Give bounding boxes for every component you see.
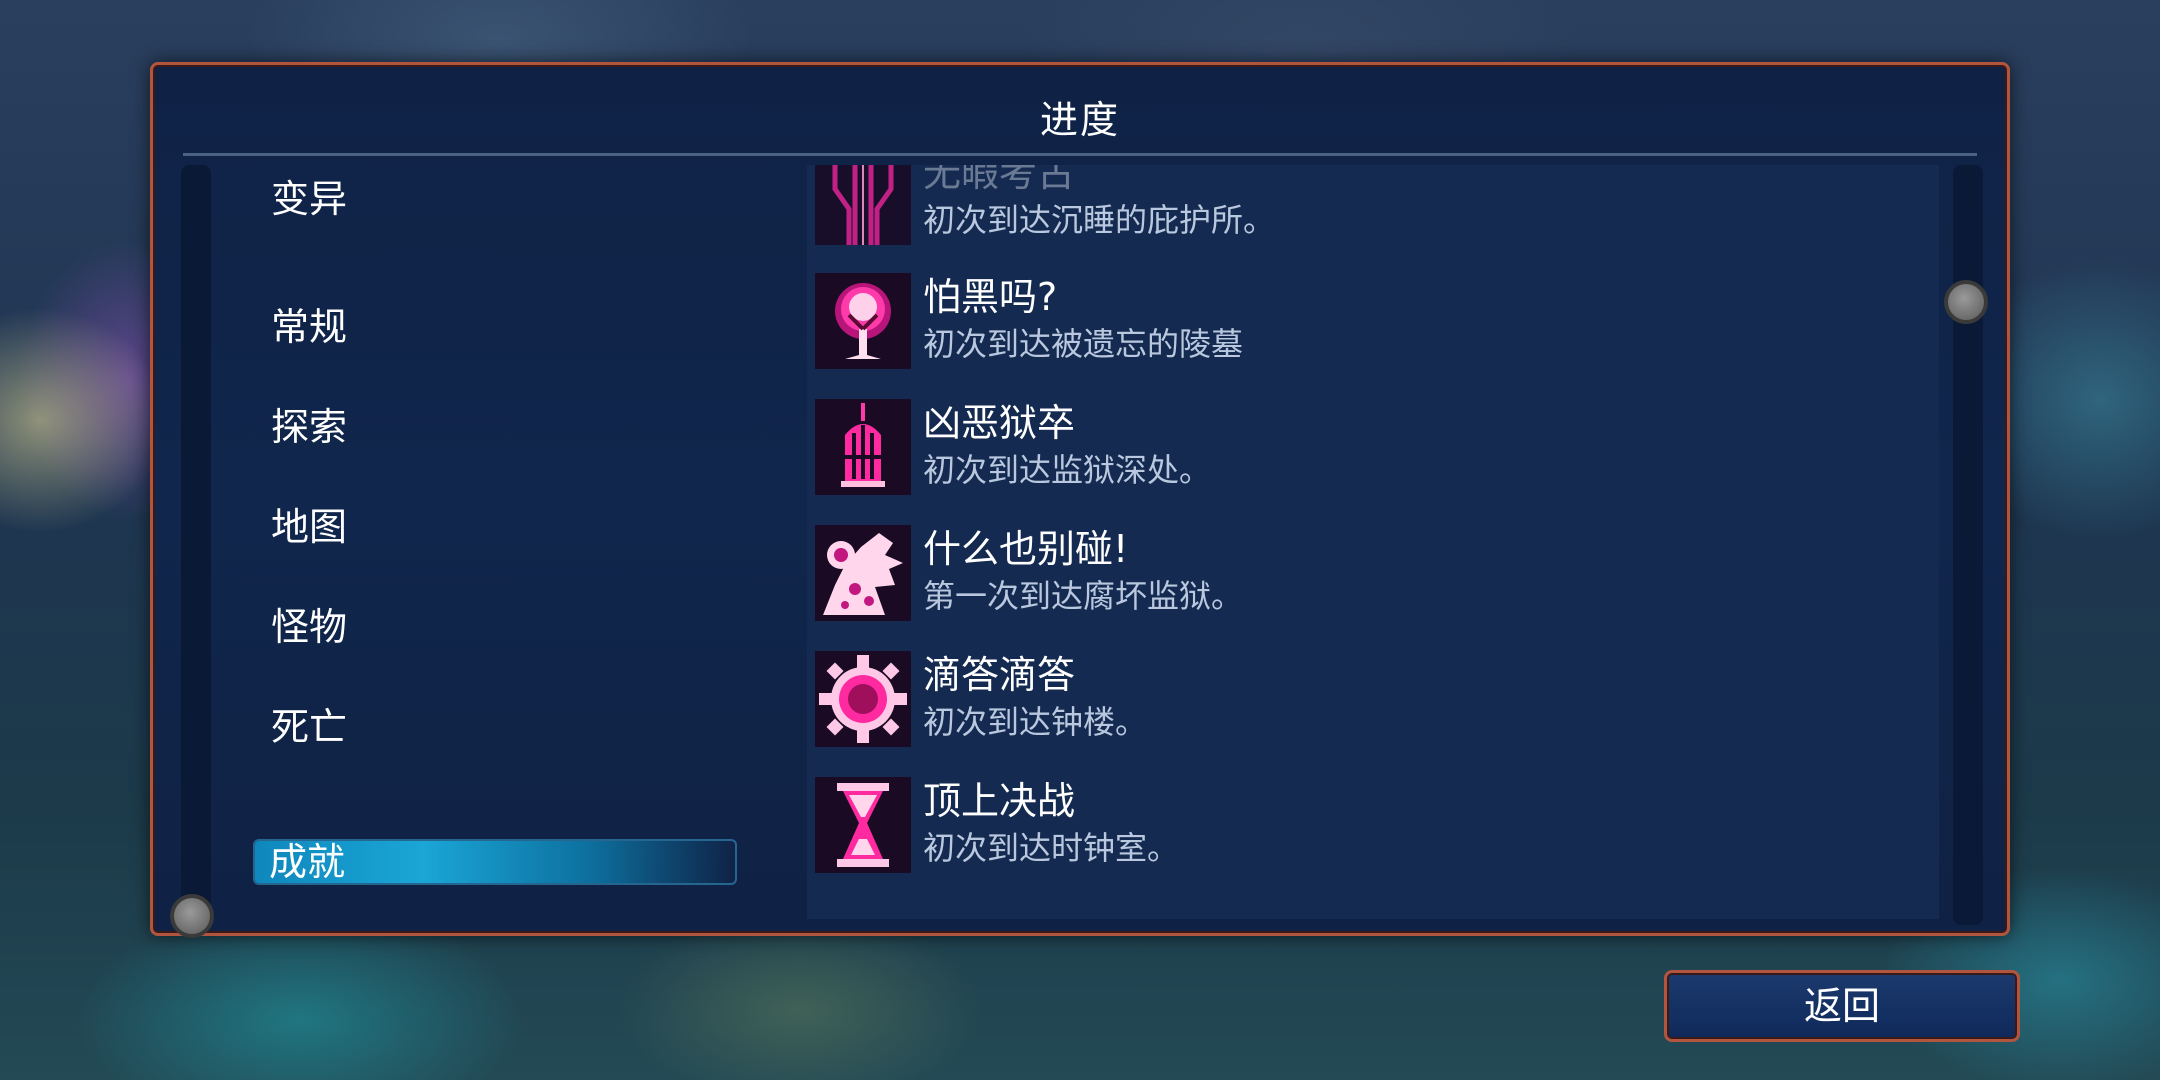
category-exploration[interactable]: 探索 xyxy=(271,403,347,451)
category-scrollbar-thumb[interactable] xyxy=(170,894,214,938)
achievement-description: 第一次到达腐坏监狱。 xyxy=(923,577,1244,615)
title-divider xyxy=(183,153,1977,156)
category-mutations[interactable]: 变异 xyxy=(271,175,347,223)
achievement-scrollbar-track[interactable] xyxy=(1953,165,1983,925)
achievement-name: 顶上决战 xyxy=(923,779,1076,823)
achievement-name: 无暇考古 xyxy=(923,165,1076,195)
achievement-item: 凶恶狱卒 初次到达监狱深处。 xyxy=(815,399,1925,499)
achievement-description: 初次到达被遗忘的陵墓 xyxy=(923,325,1244,363)
gear-icon xyxy=(815,651,911,747)
hourglass-icon xyxy=(815,777,911,873)
achievement-description: 初次到达沉睡的庇护所。 xyxy=(923,201,1276,239)
achievement-name: 什么也别碰! xyxy=(923,527,1129,571)
progress-panel: 进度 变异 常规 探索 地图 怪物 死亡 成就 无暇考古 初次到达沉睡的庇护所。… xyxy=(150,62,2010,936)
category-scrollbar-track[interactable] xyxy=(181,165,211,925)
achievement-name: 滴答滴答 xyxy=(923,653,1076,697)
back-button[interactable]: 返回 xyxy=(1664,970,2020,1042)
category-general[interactable]: 常规 xyxy=(271,303,347,351)
achievement-description: 初次到达时钟室。 xyxy=(923,829,1180,867)
tree-icon xyxy=(815,273,911,369)
achievement-scrollbar-thumb[interactable] xyxy=(1944,280,1988,324)
cage-icon xyxy=(815,399,911,495)
achievement-description: 初次到达钟楼。 xyxy=(923,703,1148,741)
category-achievements[interactable]: 成就 xyxy=(255,841,735,883)
rot-creature-icon xyxy=(815,525,911,621)
achievement-list: 无暇考古 初次到达沉睡的庇护所。 怕黑吗? 初次到达被遗忘的陵墓 凶恶狱卒 初次… xyxy=(807,165,1939,919)
achievement-item: 顶上决战 初次到达时钟室。 xyxy=(815,777,1925,877)
achievement-description: 初次到达监狱深处。 xyxy=(923,451,1212,489)
panel-title: 进度 xyxy=(1039,98,1120,142)
achievement-item: 什么也别碰! 第一次到达腐坏监狱。 xyxy=(815,525,1925,625)
achievement-item: 怕黑吗? 初次到达被遗忘的陵墓 xyxy=(815,273,1925,373)
category-deaths[interactable]: 死亡 xyxy=(271,703,347,751)
achievement-name: 凶恶狱卒 xyxy=(923,401,1076,445)
pillars-icon xyxy=(815,165,911,245)
category-monsters[interactable]: 怪物 xyxy=(271,603,347,651)
achievement-item: 滴答滴答 初次到达钟楼。 xyxy=(815,651,1925,751)
achievement-item: 无暇考古 初次到达沉睡的庇护所。 xyxy=(815,165,1925,249)
achievement-name: 怕黑吗? xyxy=(923,275,1058,319)
category-map[interactable]: 地图 xyxy=(271,503,347,551)
